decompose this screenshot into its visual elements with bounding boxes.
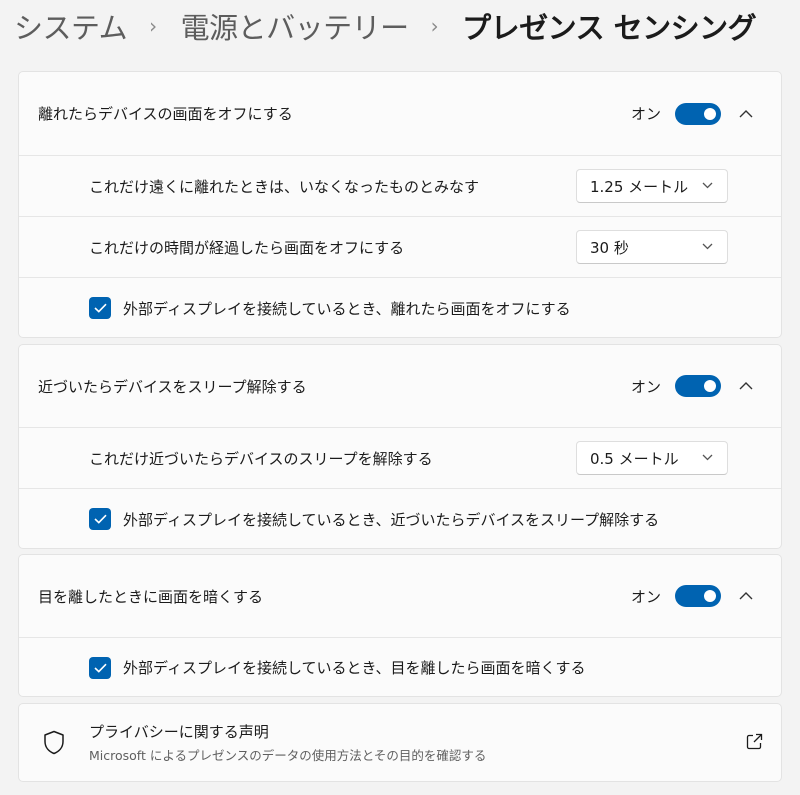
- breadcrumb-power-battery[interactable]: 電源とバッテリー: [181, 5, 410, 47]
- time-setting-row: これだけの時間が経過したら画面をオフにする 30 秒: [19, 216, 781, 277]
- card-wake-on-approach: 近づいたらデバイスをスリープ解除する オン これだけ近づいたらデバイスのスリープ…: [18, 344, 782, 549]
- approach-distance-dropdown[interactable]: 0.5 メートル: [576, 441, 728, 475]
- breadcrumb-separator: ›: [149, 14, 157, 38]
- external-display-look-away-row: 外部ディスプレイを接続しているとき、目を離したら画面を暗くする: [19, 637, 781, 696]
- dim-on-look-away-toggle[interactable]: [675, 585, 721, 607]
- section-title: 近づいたらデバイスをスリープ解除する: [38, 377, 307, 396]
- privacy-subtitle: Microsoft によるプレゼンスのデータの使用方法とその目的を確認する: [89, 748, 487, 763]
- external-display-approach-row: 外部ディスプレイを接続しているとき、近づいたらデバイスをスリープ解除する: [19, 488, 781, 548]
- privacy-statement-card[interactable]: プライバシーに関する声明 Microsoft によるプレゼンスのデータの使用方法…: [18, 703, 782, 782]
- chevron-down-icon: [702, 182, 713, 189]
- external-display-approach-checkbox[interactable]: [89, 508, 111, 530]
- screen-off-time-dropdown[interactable]: 30 秒: [576, 230, 728, 264]
- privacy-statement-row[interactable]: プライバシーに関する声明 Microsoft によるプレゼンスのデータの使用方法…: [19, 704, 781, 781]
- time-setting-label: これだけの時間が経過したら画面をオフにする: [89, 238, 405, 257]
- checkbox-label: 外部ディスプレイを接続しているとき、目を離したら画面を暗くする: [123, 659, 586, 677]
- distance-setting-row: これだけ遠くに離れたときは、いなくなったものとみなす 1.25 メートル: [19, 155, 781, 216]
- checkmark-icon: [93, 663, 107, 673]
- dropdown-value: 1.25 メートル: [590, 177, 689, 196]
- collapse-chevron-up-icon[interactable]: [729, 579, 763, 613]
- breadcrumb-system[interactable]: システム: [14, 5, 128, 47]
- approach-distance-row: これだけ近づいたらデバイスのスリープを解除する 0.5 メートル: [19, 427, 781, 488]
- chevron-down-icon: [702, 243, 713, 250]
- checkbox-label: 外部ディスプレイを接続しているとき、近づいたらデバイスをスリープ解除する: [123, 510, 660, 529]
- toggle-state-label: オン: [630, 587, 661, 606]
- section-header-wake-on-approach[interactable]: 近づいたらデバイスをスリープ解除する オン: [19, 345, 781, 427]
- chevron-down-icon: [702, 454, 713, 461]
- screen-off-on-leave-toggle[interactable]: [675, 102, 721, 125]
- external-link-icon[interactable]: [746, 733, 763, 754]
- breadcrumb: システム › 電源とバッテリー › プレゼンス センシング: [14, 4, 757, 48]
- shield-icon: [39, 730, 69, 755]
- toggle-state-label: オン: [630, 105, 661, 123]
- toggle-knob: [704, 590, 716, 602]
- breadcrumb-separator: ›: [430, 14, 439, 38]
- section-title: 離れたらデバイスの画面をオフにする: [38, 105, 293, 123]
- collapse-chevron-up-icon[interactable]: [729, 97, 763, 131]
- toggle-group: オン: [631, 72, 763, 155]
- leave-distance-dropdown[interactable]: 1.25 メートル: [576, 169, 728, 203]
- privacy-title: プライバシーに関する声明: [89, 723, 269, 741]
- distance-setting-label: これだけ遠くに離れたときは、いなくなったものとみなす: [89, 177, 480, 196]
- approach-distance-label: これだけ近づいたらデバイスのスリープを解除する: [89, 449, 433, 468]
- toggle-group: オン: [631, 345, 763, 427]
- toggle-state-label: オン: [630, 377, 661, 396]
- card-dim-on-look-away: 目を離したときに画面を暗くする オン 外部ディスプレイを接続しているとき、目を離…: [18, 554, 782, 697]
- page-title: プレゼンス センシング: [462, 11, 757, 45]
- toggle-knob: [704, 107, 716, 120]
- wake-on-approach-toggle[interactable]: [675, 375, 721, 397]
- external-display-look-away-checkbox[interactable]: [89, 656, 111, 679]
- toggle-knob: [704, 380, 716, 392]
- checkmark-icon: [93, 303, 107, 313]
- collapse-chevron-up-icon[interactable]: [729, 369, 763, 403]
- section-title: 目を離したときに画面を暗くする: [38, 587, 264, 606]
- checkbox-label: 外部ディスプレイを接続しているとき、離れたら画面をオフにする: [123, 299, 571, 318]
- dropdown-value: 0.5 メートル: [590, 449, 679, 468]
- toggle-group: オン: [631, 555, 763, 637]
- section-header-screen-off-on-leave[interactable]: 離れたらデバイスの画面をオフにする オン: [19, 72, 781, 155]
- checkmark-icon: [93, 514, 107, 524]
- section-header-dim-on-look-away[interactable]: 目を離したときに画面を暗くする オン: [19, 555, 781, 637]
- card-screen-off-on-leave: 離れたらデバイスの画面をオフにする オン これだけ遠くに離れたときは、いなくなっ…: [18, 71, 782, 338]
- external-display-leave-checkbox[interactable]: [89, 297, 111, 319]
- external-display-leave-row: 外部ディスプレイを接続しているとき、離れたら画面をオフにする: [19, 277, 781, 337]
- privacy-text: プライバシーに関する声明 Microsoft によるプレゼンスのデータの使用方法…: [89, 721, 486, 764]
- dropdown-value: 30 秒: [590, 238, 629, 257]
